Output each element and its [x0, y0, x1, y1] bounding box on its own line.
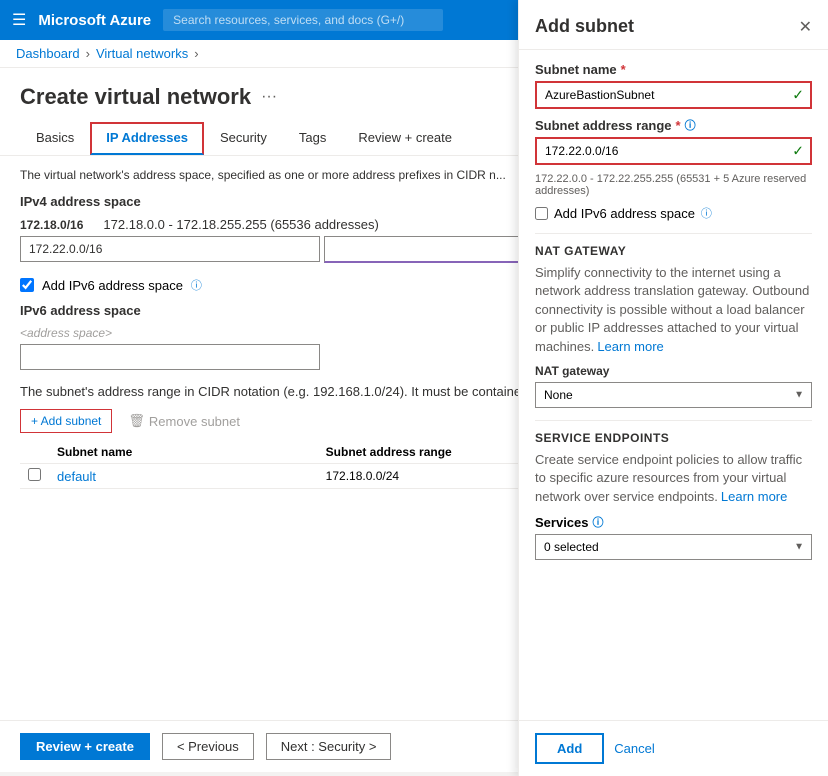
- range-note: 172.22.0.0 - 172.22.255.255 (65531 + 5 A…: [535, 173, 812, 197]
- subnet-range-input-wrap: ✓: [535, 137, 812, 165]
- services-select[interactable]: 0 selected: [535, 534, 812, 560]
- subnet-name-field-label: Subnet name *: [535, 62, 812, 77]
- app-title: Microsoft Azure: [38, 12, 151, 29]
- tab-security[interactable]: Security: [204, 122, 283, 155]
- ipv6-checkbox-label: Add IPv6 address space: [42, 278, 183, 293]
- ipv4-range1-val: 172.18.0/16: [20, 218, 83, 232]
- check-icon-2: ✓: [792, 143, 804, 160]
- review-create-button[interactable]: Review + create: [20, 733, 150, 760]
- breadcrumb-sep-1: ›: [86, 46, 90, 61]
- subnet-range-input[interactable]: [535, 137, 812, 165]
- breadcrumb-sep-2: ›: [194, 46, 198, 61]
- ipv6-info-icon[interactable]: ⓘ: [191, 277, 202, 293]
- panel-body: Subnet name * ✓ Subnet address range * ⓘ…: [519, 50, 828, 720]
- panel-ipv6-label: Add IPv6 address space: [554, 206, 695, 221]
- nat-gateway-select[interactable]: None: [535, 382, 812, 408]
- nat-gateway-field-label: NAT gateway: [535, 364, 812, 378]
- service-learn-more-link[interactable]: Learn more: [721, 489, 787, 504]
- add-subnet-button[interactable]: + Add subnet: [20, 409, 112, 433]
- ipv6-input[interactable]: [20, 344, 320, 370]
- page-menu-icon[interactable]: ···: [261, 88, 277, 106]
- panel-ipv6-info-icon[interactable]: ⓘ: [701, 205, 712, 221]
- ipv4-input-1[interactable]: [20, 236, 320, 262]
- service-endpoints-desc: Create service endpoint policies to allo…: [535, 451, 812, 506]
- panel-ipv6-checkbox[interactable]: [535, 207, 548, 220]
- check-icon-1: ✓: [792, 87, 804, 104]
- nat-learn-more-link[interactable]: Learn more: [597, 339, 663, 354]
- ipv4-range1-detail: 172.18.0.0 - 172.18.255.255 (65536 addre…: [103, 217, 378, 232]
- services-select-wrap: 0 selected ▼: [535, 534, 812, 560]
- col-subnet-name: Subnet name: [49, 441, 318, 464]
- panel-title: Add subnet: [535, 16, 634, 37]
- add-subnet-panel: Add subnet ✕ Subnet name * ✓ Subnet addr…: [518, 0, 828, 776]
- services-field-label: Services ⓘ: [535, 514, 812, 530]
- nat-gateway-desc: Simplify connectivity to the internet us…: [535, 264, 812, 356]
- panel-cancel-button[interactable]: Cancel: [614, 741, 654, 756]
- next-button[interactable]: Next : Security >: [266, 733, 392, 760]
- trash-icon: 🗑: [128, 413, 145, 429]
- subnet-range-info-icon[interactable]: ⓘ: [685, 117, 696, 133]
- panel-close-button[interactable]: ✕: [799, 17, 812, 37]
- tab-tags[interactable]: Tags: [283, 122, 342, 155]
- breadcrumb-dashboard[interactable]: Dashboard: [16, 46, 80, 61]
- services-info-icon[interactable]: ⓘ: [593, 514, 604, 530]
- required-star-2: *: [676, 118, 681, 133]
- tab-ip-addresses[interactable]: IP Addresses: [90, 122, 204, 155]
- subnet-name-link[interactable]: default: [57, 469, 96, 484]
- panel-bottom: Add Cancel: [519, 720, 828, 776]
- col-checkbox: [20, 441, 49, 464]
- tab-basics[interactable]: Basics: [20, 122, 90, 155]
- subnet-name-input-wrap: ✓: [535, 81, 812, 109]
- subnet-name-input[interactable]: [535, 81, 812, 109]
- tab-review-create[interactable]: Review + create: [342, 122, 468, 155]
- hamburger-icon[interactable]: ☰: [12, 10, 26, 30]
- previous-button[interactable]: < Previous: [162, 733, 254, 760]
- panel-add-button[interactable]: Add: [535, 733, 604, 764]
- panel-header: Add subnet ✕: [519, 0, 828, 50]
- page-title: Create virtual network: [20, 84, 251, 110]
- ipv6-checkbox[interactable]: [20, 278, 34, 292]
- global-search-input[interactable]: [163, 9, 443, 31]
- required-star-1: *: [621, 62, 626, 77]
- row-checkbox[interactable]: [28, 468, 41, 481]
- nat-gateway-section-header: NAT GATEWAY: [535, 233, 812, 258]
- panel-ipv6-checkbox-row: Add IPv6 address space ⓘ: [535, 205, 812, 221]
- bottom-bar: Review + create < Previous Next : Securi…: [0, 720, 520, 772]
- subnet-range-field-label: Subnet address range * ⓘ: [535, 117, 812, 133]
- nat-gateway-select-wrap: None ▼: [535, 382, 812, 408]
- service-endpoints-section-header: SERVICE ENDPOINTS: [535, 420, 812, 445]
- remove-subnet-button[interactable]: 🗑 Remove subnet: [128, 413, 240, 429]
- breadcrumb-virtual-networks[interactable]: Virtual networks: [96, 46, 188, 61]
